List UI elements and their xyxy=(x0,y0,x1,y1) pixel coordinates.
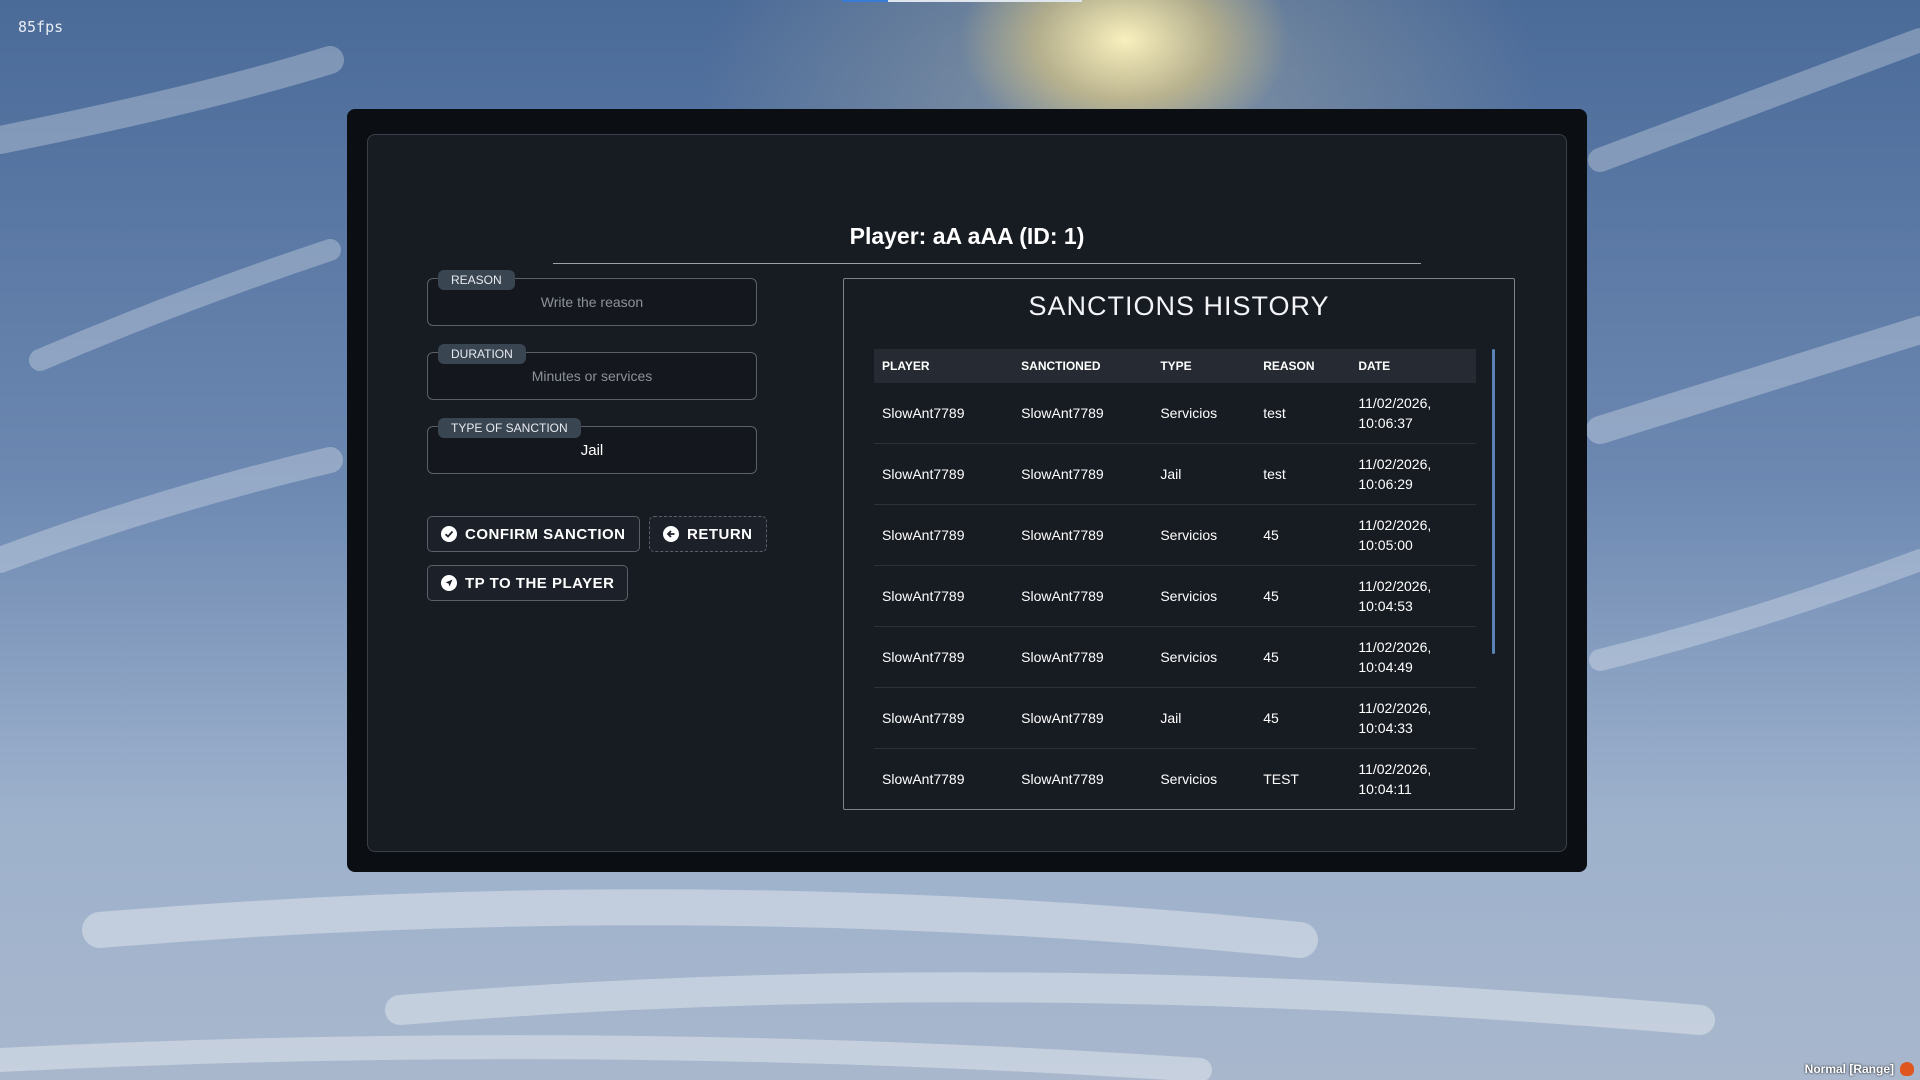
table-row: SlowAnt7789 SlowAnt7789 Servicios 45 11/… xyxy=(874,565,1476,627)
table-row: SlowAnt7789 SlowAnt7789 Servicios TEST 1… xyxy=(874,748,1476,809)
cell-date-time: 10:04:11 xyxy=(1358,781,1412,797)
sanction-panel: Player: aA aAA (ID: 1) REASON Write the … xyxy=(367,134,1567,852)
column-header-type: TYPE xyxy=(1152,349,1256,383)
table-row: SlowAnt7789 SlowAnt7789 Servicios test 1… xyxy=(874,383,1476,444)
cell-sanctioned: SlowAnt7789 xyxy=(1013,504,1153,566)
table-row: SlowAnt7789 SlowAnt7789 Servicios 45 11/… xyxy=(874,504,1476,566)
cell-type: Jail xyxy=(1152,687,1256,749)
reason-field[interactable]: REASON Write the reason xyxy=(427,270,757,326)
table-row: SlowAnt7789 SlowAnt7789 Jail 45 11/02/20… xyxy=(874,687,1476,749)
cell-date-time: 10:05:00 xyxy=(1358,537,1413,553)
cell-reason: 45 xyxy=(1255,504,1351,566)
table-row: SlowAnt7789 SlowAnt7789 Jail test 11/02/… xyxy=(874,443,1476,505)
sanction-type-value[interactable]: Jail xyxy=(428,442,756,459)
flame-icon xyxy=(1900,1062,1914,1076)
cell-reason: 45 xyxy=(1255,626,1351,688)
page-title: Player: aA aAA (ID: 1) xyxy=(849,223,1085,249)
cell-date-time: 10:04:33 xyxy=(1358,720,1413,736)
column-header-sanctioned: SANCTIONED xyxy=(1013,349,1153,383)
duration-label: DURATION xyxy=(438,344,526,364)
cell-date-time: 10:06:29 xyxy=(1358,476,1413,492)
sanction-type-label: TYPE OF SANCTION xyxy=(438,418,581,438)
cell-date-day: 11/02/2026, xyxy=(1358,456,1432,472)
return-button[interactable]: RETURN xyxy=(649,516,767,552)
mode-label: Normal [Range] xyxy=(1804,1062,1894,1076)
check-circle-icon xyxy=(441,526,457,542)
cell-date: 11/02/2026, 10:06:37 xyxy=(1350,383,1476,444)
cell-date: 11/02/2026, 10:05:00 xyxy=(1350,504,1476,566)
table-header-row: PLAYER SANCTIONED TYPE REASON DATE xyxy=(874,349,1476,383)
reason-label: REASON xyxy=(438,270,515,290)
cell-date-time: 10:04:49 xyxy=(1358,659,1413,675)
cell-reason: TEST xyxy=(1255,748,1351,809)
duration-field[interactable]: DURATION Minutes or services xyxy=(427,344,757,400)
table-row: SlowAnt7789 SlowAnt7789 Servicios 45 11/… xyxy=(874,626,1476,688)
cell-sanctioned: SlowAnt7789 xyxy=(1013,748,1153,809)
confirm-sanction-label: CONFIRM SANCTION xyxy=(465,525,626,543)
cell-reason: 45 xyxy=(1255,687,1351,749)
cell-date-day: 11/02/2026, xyxy=(1358,761,1432,777)
navigation-arrow-icon xyxy=(441,575,457,591)
duration-input[interactable]: Minutes or services xyxy=(428,368,756,384)
sanctions-history-title: SANCTIONS HISTORY xyxy=(1028,291,1330,321)
cell-date-day: 11/02/2026, xyxy=(1358,639,1432,655)
cell-date-time: 10:04:53 xyxy=(1358,598,1413,614)
confirm-sanction-button[interactable]: CONFIRM SANCTION xyxy=(427,516,640,552)
cell-date-day: 11/02/2026, xyxy=(1358,395,1432,411)
sanction-type-select[interactable]: TYPE OF SANCTION Jail xyxy=(427,418,757,474)
cell-date-day: 11/02/2026, xyxy=(1358,700,1432,716)
mode-indicator: Normal [Range] xyxy=(1805,1062,1914,1076)
cell-sanctioned: SlowAnt7789 xyxy=(1013,626,1153,688)
tp-to-player-button[interactable]: TP TO THE PLAYER xyxy=(427,565,629,601)
cell-player: SlowAnt7789 xyxy=(874,565,1014,627)
cell-player: SlowAnt7789 xyxy=(874,443,1014,505)
tp-to-player-label: TP TO THE PLAYER xyxy=(465,574,615,592)
column-header-reason: REASON xyxy=(1255,349,1351,383)
cell-date-time: 10:06:37 xyxy=(1358,415,1413,431)
cell-type: Servicios xyxy=(1152,565,1256,627)
cell-type: Servicios xyxy=(1152,626,1256,688)
cell-sanctioned: SlowAnt7789 xyxy=(1013,443,1153,505)
sanctions-history-table: PLAYER SANCTIONED TYPE REASON DATE SlowA… xyxy=(874,349,1476,809)
cell-date-day: 11/02/2026, xyxy=(1358,578,1432,594)
cell-date: 11/02/2026, 10:04:33 xyxy=(1350,687,1476,749)
top-progress-strip xyxy=(842,0,1082,2)
title-divider xyxy=(553,263,1421,264)
sanction-window: Player: aA aAA (ID: 1) REASON Write the … xyxy=(347,109,1587,872)
cell-player: SlowAnt7789 xyxy=(874,626,1014,688)
cell-player: SlowAnt7789 xyxy=(874,383,1014,444)
cell-date: 11/02/2026, 10:04:53 xyxy=(1350,565,1476,627)
cell-type: Servicios xyxy=(1152,504,1256,566)
column-header-player: PLAYER xyxy=(874,349,1014,383)
return-label: RETURN xyxy=(687,525,753,543)
column-header-date: DATE xyxy=(1350,349,1476,383)
cell-date: 11/02/2026, 10:04:11 xyxy=(1350,748,1476,809)
cell-reason: test xyxy=(1255,383,1351,444)
sanctions-history-panel: SANCTIONS HISTORY PLAYER SANCTIONED TYPE… xyxy=(843,278,1515,810)
fps-counter: 85fps xyxy=(18,18,64,36)
arrow-left-circle-icon xyxy=(663,526,679,542)
reason-input[interactable]: Write the reason xyxy=(428,294,756,310)
cell-sanctioned: SlowAnt7789 xyxy=(1013,383,1153,444)
cell-player: SlowAnt7789 xyxy=(874,687,1014,749)
cell-player: SlowAnt7789 xyxy=(874,748,1014,809)
cell-type: Servicios xyxy=(1152,383,1256,444)
cell-reason: test xyxy=(1255,443,1351,505)
history-scrollbar[interactable] xyxy=(1492,349,1495,654)
cell-reason: 45 xyxy=(1255,565,1351,627)
cell-date: 11/02/2026, 10:06:29 xyxy=(1350,443,1476,505)
cell-player: SlowAnt7789 xyxy=(874,504,1014,566)
cell-sanctioned: SlowAnt7789 xyxy=(1013,687,1153,749)
cell-date-day: 11/02/2026, xyxy=(1358,517,1432,533)
cell-sanctioned: SlowAnt7789 xyxy=(1013,565,1153,627)
cell-date: 11/02/2026, 10:04:49 xyxy=(1350,626,1476,688)
cell-type: Servicios xyxy=(1152,748,1256,809)
cell-type: Jail xyxy=(1152,443,1256,505)
